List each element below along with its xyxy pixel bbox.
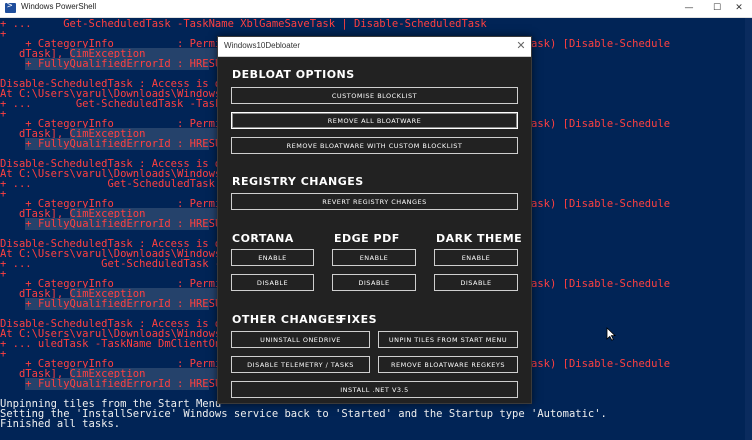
- debloater-title: Windows10Debloater: [224, 41, 301, 50]
- debloater-window: Windows10Debloater ✕ DEBLOAT OPTIONS CUS…: [217, 36, 532, 404]
- remove-all-bloatware-button[interactable]: REMOVE ALL BLOATWARE: [231, 112, 518, 129]
- console-line: + ... Get-ScheduledTask -: [0, 178, 228, 190]
- edge-pdf-enable-button[interactable]: ENABLE: [332, 249, 416, 266]
- console-line: + ... Get-ScheduledTask -TaskN: [0, 98, 228, 110]
- powershell-icon: >: [5, 1, 16, 13]
- section-debloat-options: DEBLOAT OPTIONS: [232, 68, 355, 81]
- section-dark-theme: DARK THEME: [436, 232, 523, 245]
- console-line: + FullyQualifiedErrorId : HRESU: [25, 218, 222, 230]
- unpin-tiles-button[interactable]: UNPIN TILES FROM START MENU: [378, 331, 518, 348]
- console-line: Finished all tasks.: [0, 418, 121, 430]
- console-line: + ... Get-ScheduledTask -T: [0, 258, 228, 270]
- close-button[interactable]: ✕: [726, 1, 752, 15]
- cortana-enable-button[interactable]: ENABLE: [231, 249, 314, 266]
- console-line: + FullyQualifiedErrorId : HRESU: [25, 138, 222, 150]
- console-line: + FullyQualifiedErrorId : HRESU: [25, 298, 222, 310]
- uninstall-onedrive-button[interactable]: UNINSTALL ONEDRIVE: [231, 331, 370, 348]
- console-line: + ... uledTask -TaskName DmClientOn: [0, 338, 222, 350]
- install-net-button[interactable]: INSTALL .NET V3.5: [231, 381, 518, 398]
- minimize-button[interactable]: —: [676, 1, 702, 15]
- dark-theme-enable-button[interactable]: ENABLE: [434, 249, 518, 266]
- console-scrollbar[interactable]: [745, 18, 752, 440]
- cortana-disable-button[interactable]: DISABLE: [231, 274, 314, 291]
- section-registry-changes: REGISTRY CHANGES: [232, 175, 364, 188]
- revert-registry-button[interactable]: REVERT REGISTRY CHANGES: [231, 193, 518, 210]
- edge-pdf-disable-button[interactable]: DISABLE: [332, 274, 416, 291]
- mouse-cursor-icon: [606, 327, 616, 341]
- debloater-close-button[interactable]: ✕: [515, 39, 527, 53]
- window-title: Windows PowerShell: [21, 2, 97, 11]
- disable-telemetry-button[interactable]: DISABLE TELEMETRY / TASKS: [231, 356, 370, 373]
- debloater-titlebar: Windows10Debloater ✕: [218, 37, 531, 57]
- remove-custom-blocklist-button[interactable]: REMOVE BLOATWARE WITH CUSTOM BLOCKLIST: [231, 137, 518, 154]
- section-fixes: FIXES: [339, 313, 378, 326]
- section-cortana: CORTANA: [232, 232, 294, 245]
- dark-theme-disable-button[interactable]: DISABLE: [434, 274, 518, 291]
- console-line: + ... Get-ScheduledTask -TaskName XblGam…: [0, 18, 487, 30]
- console-line: + FullyQualifiedErrorId : HRESU: [25, 378, 222, 390]
- section-other-changes: OTHER CHANGES: [232, 313, 344, 326]
- powershell-titlebar: > Windows PowerShell — ☐ ✕: [0, 0, 752, 18]
- remove-regkeys-button[interactable]: REMOVE BLOATWARE REGKEYS: [378, 356, 518, 373]
- section-edge-pdf: EDGE PDF: [334, 232, 400, 245]
- console-line: + FullyQualifiedErrorId : HRESU: [25, 58, 222, 70]
- customise-blocklist-button[interactable]: CUSTOMISE BLOCKLIST: [231, 87, 518, 104]
